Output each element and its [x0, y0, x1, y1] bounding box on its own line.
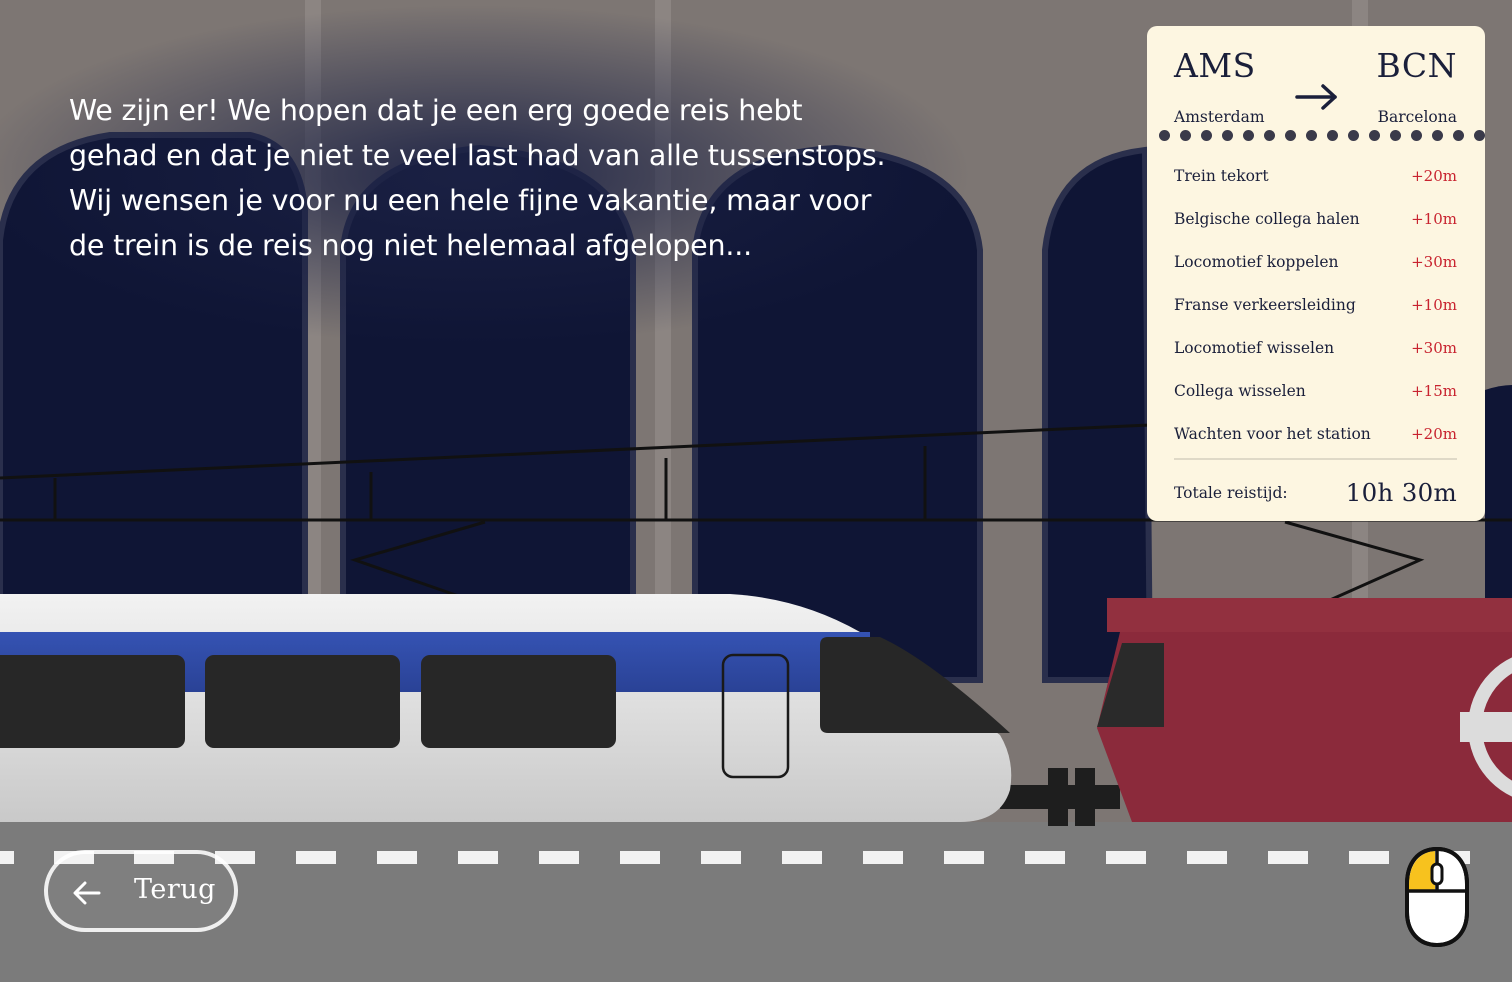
- total-value: 10h 30m: [1345, 478, 1457, 507]
- destination-city: Barcelona: [1377, 108, 1457, 126]
- total-label: Totale reistijd:: [1174, 483, 1288, 502]
- stop-row: Locomotief wisselen +30m: [1174, 326, 1457, 369]
- stop-row: Wachten voor het station +20m: [1174, 412, 1457, 455]
- stop-label: Wachten voor het station: [1174, 424, 1371, 443]
- stop-label: Collega wisselen: [1174, 381, 1306, 400]
- ticket-perforation: [1159, 130, 1485, 142]
- travel-ticket: AMS Amsterdam BCN Barcelona Trein tekort…: [1147, 26, 1485, 521]
- back-label: Terug: [134, 874, 216, 905]
- route-header: AMS Amsterdam BCN Barcelona: [1174, 46, 1457, 136]
- stop-delay: +15m: [1411, 381, 1457, 400]
- red-locomotive: [1097, 598, 1512, 822]
- stop-delay: +30m: [1411, 338, 1457, 357]
- stop-label: Trein tekort: [1174, 166, 1269, 185]
- back-button[interactable]: Terug: [44, 850, 238, 932]
- stop-row: Collega wisselen +15m: [1174, 369, 1457, 412]
- stop-delay: +20m: [1411, 424, 1457, 443]
- stop-delay: +10m: [1411, 295, 1457, 314]
- stop-row: Trein tekort +20m: [1174, 154, 1457, 197]
- origin-code: AMS: [1174, 46, 1256, 85]
- stop-row: Belgische collega halen +10m: [1174, 197, 1457, 240]
- stop-delay: +10m: [1411, 209, 1457, 228]
- stop-label: Belgische collega halen: [1174, 209, 1360, 228]
- origin-city: Amsterdam: [1174, 108, 1265, 126]
- arrow-right-icon: [1295, 84, 1337, 110]
- destination-code: BCN: [1376, 46, 1457, 85]
- stop-delay: +30m: [1411, 252, 1457, 271]
- stop-label: Locomotief koppelen: [1174, 252, 1339, 271]
- mouse-scroll-icon[interactable]: [1402, 846, 1472, 948]
- stop-list: Trein tekort +20m Belgische collega hale…: [1174, 154, 1457, 455]
- stop-row: Franse verkeersleiding +10m: [1174, 283, 1457, 326]
- total-travel-time: Totale reistijd: 10h 30m: [1174, 478, 1457, 507]
- ticket-divider: [1174, 458, 1457, 460]
- story-text: We zijn er! We hopen dat je een erg goed…: [69, 94, 886, 262]
- stop-label: Franse verkeersleiding: [1174, 295, 1356, 314]
- stop-delay: +20m: [1411, 166, 1457, 185]
- stop-label: Locomotief wisselen: [1174, 338, 1335, 357]
- arrow-left-icon: [73, 881, 101, 905]
- stop-row: Locomotief koppelen +30m: [1174, 240, 1457, 283]
